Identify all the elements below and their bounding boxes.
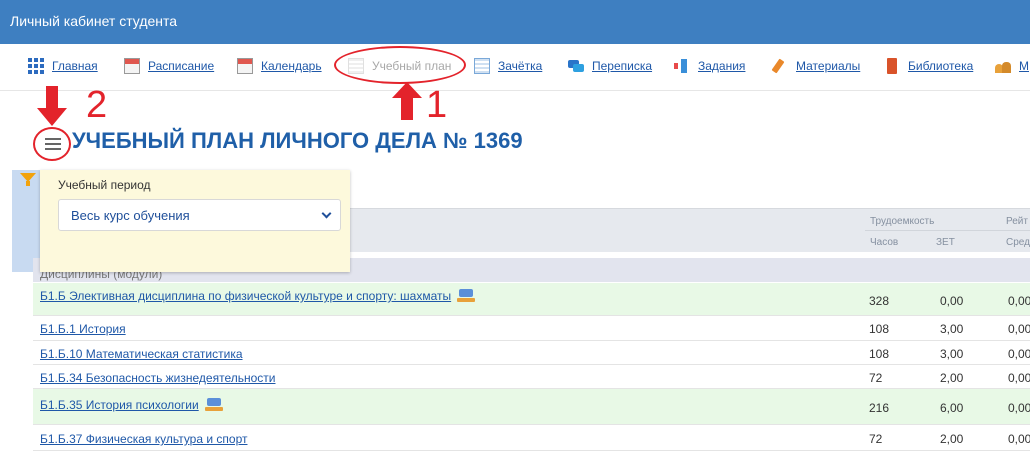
col-header-rating: Рейт — [1006, 216, 1028, 227]
period-select[interactable]: Весь курс обучения — [58, 199, 341, 231]
header-divider — [865, 230, 1030, 231]
calendar-icon — [237, 58, 253, 74]
period-select-value: Весь курс обучения — [71, 208, 190, 223]
hours-cell: 72 — [869, 371, 883, 385]
materials-icon — [772, 58, 788, 74]
app-title: Личный кабинет студента — [10, 13, 178, 29]
annotation-number-1: 1 — [426, 84, 448, 126]
annotation-number-2: 2 — [86, 84, 108, 126]
rating-cell: 0,00 — [1008, 347, 1030, 361]
annotation-oval — [334, 46, 466, 84]
nav-item-label: Зачётка — [498, 59, 543, 73]
filter-label: Учебный период — [58, 178, 151, 192]
nav-item-label: Главная — [52, 59, 98, 73]
discipline-link[interactable]: Б1.Б.1 История — [40, 322, 126, 336]
hours-cell: 216 — [869, 401, 890, 415]
zet-cell: 0,00 — [940, 294, 964, 308]
nav-item-more[interactable]: М — [995, 56, 1029, 76]
discipline-link[interactable]: Б1.Б.34 Безопасность жизнедеятельности — [40, 371, 276, 385]
record-book-icon — [474, 58, 490, 74]
table-row: Б1.Б.10 Математическая статистика 108 3,… — [33, 341, 1030, 365]
discipline-link[interactable]: Б1.Б.10 Математическая статистика — [40, 347, 243, 361]
library-icon — [884, 58, 900, 74]
table-header: Трудоемкость Рейт Часов ЗЕТ Сред — [350, 208, 1030, 252]
nav-item-main[interactable]: Главная — [28, 56, 98, 76]
col-header-zet: ЗЕТ — [936, 237, 955, 248]
users-icon — [995, 58, 1011, 74]
nav-item-tasks[interactable]: Задания — [674, 56, 745, 76]
page-title: УЧЕБНЫЙ ПЛАН ЛИЧНОГО ДЕЛА № 1369 — [72, 128, 523, 153]
hours-cell: 108 — [869, 347, 890, 361]
hours-cell: 328 — [869, 294, 890, 308]
zet-cell: 2,00 — [940, 432, 964, 446]
rating-cell: 0,00 — [1008, 322, 1030, 336]
table-row: Б1.Б.35 История психологии 216 6,00 0,00 — [33, 389, 1030, 425]
col-header-avg: Сред — [1006, 237, 1030, 248]
nav-item-library[interactable]: Библиотека — [884, 56, 973, 76]
nav-item-label: Задания — [698, 59, 746, 73]
zet-cell: 3,00 — [940, 347, 964, 361]
nav-item-label: М — [1019, 59, 1029, 73]
discipline-link[interactable]: Б1.Б.37 Физическая культура и спорт — [40, 432, 247, 446]
grid-icon — [28, 58, 44, 74]
nav-item-record-book[interactable]: Зачётка — [474, 56, 542, 76]
filter-icon[interactable] — [20, 173, 36, 186]
nav-item-label: Календарь — [261, 59, 322, 73]
chevron-down-icon — [321, 208, 332, 219]
filter-panel: Учебный период Весь курс обучения — [40, 170, 350, 272]
annotation-circle — [33, 127, 71, 161]
hours-cell: 108 — [869, 322, 890, 336]
nav-item-messages[interactable]: Переписка — [568, 56, 652, 76]
nav-item-label: Материалы — [796, 59, 861, 73]
nav-item-label: Расписание — [148, 59, 215, 73]
rating-cell: 0,00 — [1008, 371, 1030, 385]
course-icon — [457, 289, 476, 303]
zet-cell: 6,00 — [940, 401, 964, 415]
annotation-arrow-down-icon — [37, 86, 67, 126]
nav-bar: Главная Расписание Календарь Учебный пла… — [0, 44, 1030, 91]
calendar-icon — [124, 58, 140, 74]
nav-item-label: Библиотека — [908, 59, 974, 73]
table-row: Б1.Б Элективная дисциплина по физической… — [33, 283, 1030, 316]
nav-item-label: Переписка — [592, 59, 653, 73]
col-header-labor: Трудоемкость — [870, 216, 935, 227]
discipline-link[interactable]: Б1.Б.35 История психологии — [40, 398, 223, 412]
discipline-link[interactable]: Б1.Б Элективная дисциплина по физической… — [40, 289, 476, 303]
chat-icon — [568, 58, 584, 74]
rating-cell: 0,00 — [1008, 432, 1030, 446]
nav-item-schedule[interactable]: Расписание — [124, 56, 214, 76]
rating-cell: 0,00 — [1008, 294, 1030, 308]
hours-cell: 72 — [869, 432, 883, 446]
nav-item-calendar[interactable]: Календарь — [237, 56, 322, 76]
table-row: Б1.Б.37 Физическая культура и спорт 72 2… — [33, 425, 1030, 451]
col-header-hours: Часов — [870, 237, 899, 248]
rating-cell: 0,00 — [1008, 401, 1030, 415]
zet-cell: 3,00 — [940, 322, 964, 336]
annotation-arrow-up-icon — [392, 82, 422, 120]
tasks-icon — [674, 58, 690, 74]
course-icon — [204, 398, 223, 412]
top-bar: Личный кабинет студента — [0, 0, 1030, 44]
table-row: Б1.Б.1 История 108 3,00 0,00 — [33, 316, 1030, 341]
table-row: Б1.Б.34 Безопасность жизнедеятельности 7… — [33, 365, 1030, 389]
nav-item-materials[interactable]: Материалы — [772, 56, 860, 76]
zet-cell: 2,00 — [940, 371, 964, 385]
